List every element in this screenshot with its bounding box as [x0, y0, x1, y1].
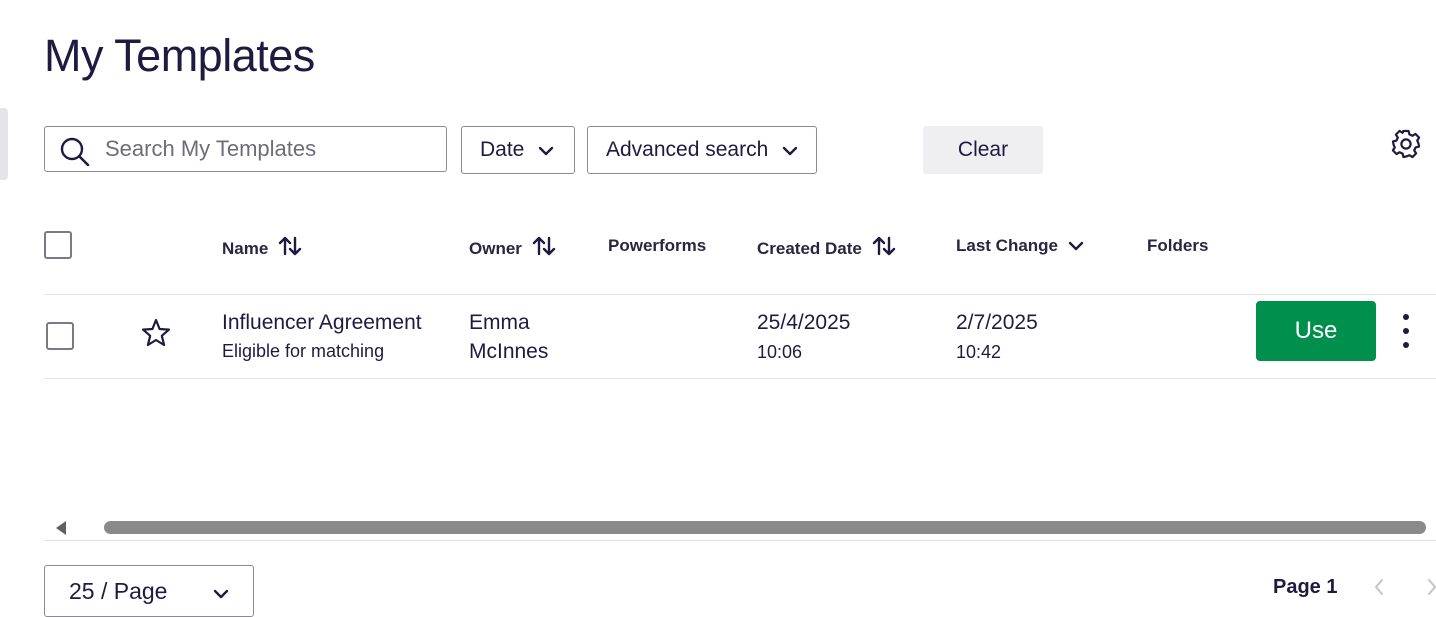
sort-arrows-icon [532, 236, 556, 261]
scroll-left-arrow-icon[interactable] [55, 520, 67, 541]
chevron-down-icon [538, 138, 554, 162]
kebab-menu-icon[interactable] [1394, 314, 1418, 348]
page-indicator: Page 1 [1273, 576, 1338, 598]
last-change-time: 10:42 [956, 342, 1002, 362]
column-label-name: Name [222, 238, 269, 258]
star-outline-icon[interactable] [140, 317, 172, 354]
horizontal-scrollbar-thumb[interactable] [104, 521, 1426, 534]
last-change-date: 2/7/2025 [956, 311, 1038, 334]
column-label-last-change: Last Change [956, 236, 1059, 255]
chevron-down-icon [213, 578, 229, 605]
kebab-dot [1403, 314, 1409, 320]
template-name[interactable]: Influencer Agreement [222, 311, 422, 335]
chevron-right-icon[interactable] [1428, 578, 1436, 601]
owner-last-name: McInnes [469, 340, 549, 363]
gear-icon[interactable] [1389, 127, 1423, 166]
date-filter-dropdown[interactable]: Date [461, 126, 575, 174]
column-header-last-change[interactable]: Last Change [956, 236, 1084, 256]
per-page-label: 25 / Page [69, 577, 168, 604]
search-input[interactable] [105, 135, 435, 163]
column-label-created-date: Created Date [757, 238, 862, 258]
chevron-left-icon[interactable] [1374, 578, 1384, 601]
column-label-folders: Folders [1147, 236, 1209, 255]
template-subtitle: Eligible for matching [222, 341, 385, 361]
advanced-search-dropdown[interactable]: Advanced search [587, 126, 817, 174]
chevron-down-icon [1068, 236, 1084, 256]
column-label-owner: Owner [469, 238, 522, 258]
per-page-dropdown[interactable]: 25 / Page [44, 565, 254, 617]
search-icon [60, 137, 90, 166]
column-label-powerforms: Powerforms [608, 236, 707, 255]
table-row[interactable]: Influencer Agreement Eligible for matchi… [44, 295, 1436, 378]
column-header-name[interactable]: Name [222, 236, 302, 261]
owner-first-name: Emma [469, 311, 530, 334]
column-header-created-date[interactable]: Created Date [757, 236, 896, 261]
sort-arrows-icon [872, 236, 896, 261]
chevron-down-icon [782, 138, 798, 162]
created-time: 10:06 [757, 342, 803, 362]
page-title: My Templates [44, 30, 315, 81]
kebab-dot [1403, 328, 1409, 334]
select-all-checkbox[interactable] [44, 231, 72, 259]
created-date: 25/4/2025 [757, 311, 851, 334]
kebab-dot [1403, 342, 1409, 348]
left-edge-tab [0, 108, 8, 180]
date-filter-label: Date [480, 138, 525, 161]
advanced-search-label: Advanced search [606, 138, 769, 161]
column-header-folders: Folders [1147, 236, 1208, 256]
row-divider [44, 378, 1436, 379]
row-checkbox[interactable] [46, 322, 74, 350]
use-button[interactable]: Use [1256, 301, 1376, 361]
footer-divider [44, 540, 1436, 541]
clear-button[interactable]: Clear [923, 126, 1043, 174]
search-box[interactable] [44, 126, 447, 172]
column-header-owner[interactable]: Owner [469, 236, 556, 261]
sort-arrows-icon [278, 236, 302, 261]
column-header-powerforms: Powerforms [608, 236, 706, 256]
